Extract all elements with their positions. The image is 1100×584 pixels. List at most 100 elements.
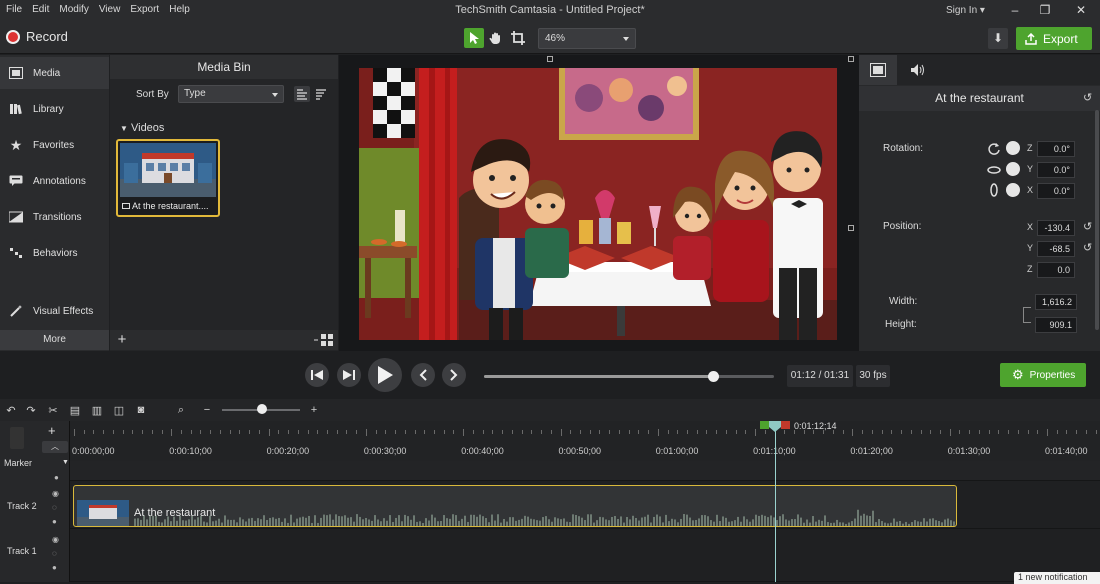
lock-icon[interactable]: ● <box>52 563 57 572</box>
waveform-bar <box>785 519 787 526</box>
ruler-tick <box>550 430 552 434</box>
scrubber-handle[interactable] <box>708 371 720 382</box>
split-icon[interactable]: ◫ <box>112 403 126 417</box>
tab-visual-properties[interactable] <box>859 55 897 85</box>
media-clip-thumbnail[interactable]: At the restaurant.... <box>116 139 220 217</box>
preview-canvas[interactable] <box>339 55 859 351</box>
crop-icon[interactable] <box>508 28 528 48</box>
hand-pan-icon[interactable] <box>486 28 506 48</box>
close-icon[interactable]: ✕ <box>1074 3 1088 17</box>
rotation-y-field[interactable]: 0.0° <box>1037 162 1075 178</box>
next-marker-button[interactable] <box>442 363 466 387</box>
menu-help[interactable]: Help <box>169 4 190 15</box>
magic-wand-icon <box>9 304 23 318</box>
download-icon[interactable]: ⬇ <box>988 28 1008 49</box>
add-media-icon[interactable]: + <box>114 332 130 348</box>
play-button[interactable] <box>368 358 402 392</box>
reset-icon[interactable]: ↺ <box>1083 241 1092 254</box>
lock-icon[interactable]: ● <box>52 517 57 526</box>
aspect-lock-icon[interactable] <box>1023 307 1031 323</box>
cut-icon[interactable]: ✂ <box>46 403 60 417</box>
resize-handle[interactable] <box>547 56 553 62</box>
zoom-level-select[interactable]: 46% <box>538 28 636 49</box>
undo-icon[interactable]: ↶ <box>4 403 18 417</box>
reset-icon[interactable]: ↺ <box>1083 220 1092 233</box>
rotation-y-dial[interactable] <box>1006 162 1020 176</box>
sidebar-item-annotations[interactable]: Annotations <box>0 165 109 197</box>
properties-button[interactable]: ⚙ Properties <box>1000 363 1086 387</box>
timeline-clip[interactable]: At the restaurant <box>73 485 957 527</box>
timeline-zoom-handle[interactable] <box>257 404 267 414</box>
properties-title: At the restaurant <box>859 86 1100 111</box>
menu-modify[interactable]: Modify <box>59 4 88 15</box>
sign-in-button[interactable]: Sign In ▾ <box>946 5 985 16</box>
playhead-handle[interactable] <box>760 420 790 432</box>
track-height-slider[interactable] <box>10 427 24 449</box>
videos-group-header[interactable]: ▼ Videos <box>120 122 164 134</box>
eye-icon[interactable]: ◉ <box>52 535 59 544</box>
redo-icon[interactable]: ↷ <box>24 403 38 417</box>
copy-icon[interactable]: ▤ <box>68 403 82 417</box>
sidebar-item-media[interactable]: Media <box>0 57 109 89</box>
minimize-icon[interactable]: – <box>1008 3 1022 17</box>
marker-track[interactable]: Marker ▼ <box>0 456 70 470</box>
step-back-button[interactable] <box>305 363 329 387</box>
width-field[interactable]: 1,616.2 <box>1035 294 1077 310</box>
paste-icon[interactable]: ▥ <box>90 403 104 417</box>
rotation-x-field[interactable]: 0.0° <box>1037 183 1075 199</box>
restore-icon[interactable]: ❐ <box>1038 3 1052 17</box>
sidebar-item-transitions[interactable]: Transitions <box>0 201 109 233</box>
mute-icon[interactable]: ◌ <box>52 549 57 558</box>
previous-marker-button[interactable] <box>411 363 435 387</box>
menu-edit[interactable]: Edit <box>32 4 49 15</box>
track-1-label[interactable]: Track 1 <box>7 546 37 556</box>
sidebar-item-visual-effects[interactable]: Visual Effects <box>0 295 109 327</box>
zoom-out-icon[interactable]: − <box>200 403 214 417</box>
playhead-line[interactable] <box>775 425 776 582</box>
export-button[interactable]: Export <box>1016 27 1092 50</box>
sort-by-select[interactable]: Type <box>178 85 284 103</box>
sidebar-item-favorites[interactable]: ★ Favorites <box>0 129 109 161</box>
mute-icon[interactable]: ◌ <box>52 503 57 512</box>
notification-toast[interactable]: 1 new notification <box>1014 572 1100 584</box>
collapse-tracks-icon[interactable]: ︿ <box>42 441 68 453</box>
menu-view[interactable]: View <box>99 4 121 15</box>
select-arrow-icon[interactable] <box>464 28 484 48</box>
zoom-search-icon[interactable]: ⌕ <box>174 403 188 417</box>
grid-view-icon[interactable] <box>314 332 336 348</box>
eye-icon[interactable]: ◉ <box>52 489 59 498</box>
rotation-z-dial[interactable] <box>1006 141 1020 155</box>
tab-audio-properties[interactable] <box>899 55 937 85</box>
sort-order-icon[interactable] <box>313 86 329 102</box>
sidebar-item-library[interactable]: Library <box>0 93 109 125</box>
menu-file[interactable]: File <box>6 4 22 15</box>
height-field[interactable]: 909.1 <box>1035 317 1077 333</box>
rotation-z-field[interactable]: 0.0° <box>1037 141 1075 157</box>
details-view-icon[interactable] <box>294 86 310 102</box>
waveform-bar <box>335 514 337 526</box>
properties-scrollbar[interactable] <box>1095 110 1099 330</box>
record-button[interactable]: Record <box>6 29 68 44</box>
more-button[interactable]: More <box>0 330 109 350</box>
reset-icon[interactable]: ↺ <box>1083 91 1092 104</box>
lock-icon[interactable]: ● <box>54 473 59 482</box>
playback-scrubber[interactable] <box>484 371 774 382</box>
resize-handle[interactable] <box>848 225 854 231</box>
marker-row[interactable] <box>70 461 1100 481</box>
track-2-label[interactable]: Track 2 <box>7 501 37 511</box>
ruler-tick <box>181 430 183 434</box>
timeline-ruler[interactable]: 0:00:00;00 0:00:10;00 0:00:20;00 0:00:30;00… <box>70 421 1100 461</box>
step-forward-button[interactable] <box>337 363 361 387</box>
snapshot-camera-icon[interactable]: ◙ <box>134 403 148 417</box>
sidebar-item-behaviors[interactable]: Behaviors <box>0 237 109 269</box>
position-y-field[interactable]: -68.5 <box>1037 241 1075 257</box>
position-z-field[interactable]: 0.0 <box>1037 262 1075 278</box>
track-1-row[interactable] <box>70 529 1100 582</box>
resize-handle[interactable] <box>848 56 854 62</box>
menu-export[interactable]: Export <box>130 4 159 15</box>
zoom-in-icon[interactable]: + <box>307 403 321 417</box>
position-x-field[interactable]: -130.4 <box>1037 220 1075 236</box>
rotation-x-dial[interactable] <box>1006 183 1020 197</box>
add-track-icon[interactable]: + <box>48 423 56 438</box>
waveform-bar <box>569 522 571 526</box>
